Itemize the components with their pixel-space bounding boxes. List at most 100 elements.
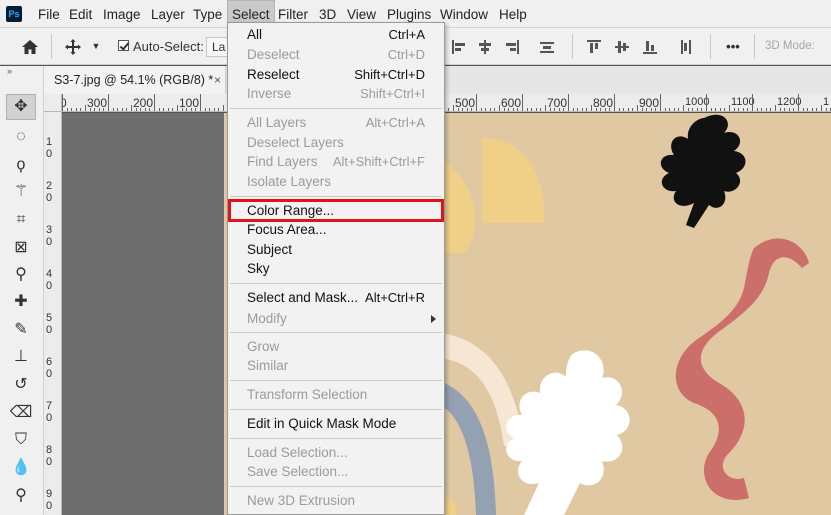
menu-image[interactable]: Image <box>103 0 141 28</box>
ruler-tick <box>807 108 808 111</box>
menu-separator <box>230 332 442 333</box>
ruler-tick <box>113 108 114 111</box>
ruler-tick <box>637 105 638 111</box>
menu-item-modify[interactable]: Modify <box>228 309 444 329</box>
ruler-tick <box>85 105 86 111</box>
auto-select-checkbox[interactable] <box>118 40 129 51</box>
ruler-tick <box>522 94 523 111</box>
menu-item-deselect[interactable]: Deselect Ctrl+D <box>228 45 444 65</box>
vertical-ruler[interactable]: 1 0 2 0 3 0 4 0 5 0 6 0 7 0 8 0 9 0 <box>44 112 62 515</box>
menu-item-deselect-layers[interactable]: Deselect Layers <box>228 133 444 153</box>
document-tab[interactable]: S3-7.jpg @ 54.1% (RGB/8) * × <box>44 66 226 94</box>
menu-separator <box>230 380 442 381</box>
lasso-tool-icon[interactable]: ϙ <box>6 152 36 178</box>
move-tool-icon[interactable]: ✥ <box>6 94 36 120</box>
crop-tool-icon[interactable]: ⌗ <box>6 207 36 233</box>
horizontal-ruler[interactable]: 0 300 200 100 500 600 700 800 900 1000 1… <box>62 94 831 112</box>
ruler-tick <box>154 94 155 111</box>
home-icon[interactable] <box>18 28 42 65</box>
paint-bucket-tool-icon[interactable]: ⛉ <box>6 427 36 453</box>
eraser-tool-icon[interactable]: ⌫ <box>6 400 36 426</box>
ruler-tick <box>660 94 661 111</box>
menu-item-all[interactable]: All Ctrl+A <box>228 25 444 45</box>
blue-arc-shape <box>439 381 496 515</box>
menu-item-new-3d-extrusion[interactable]: New 3D Extrusion <box>228 491 444 511</box>
chevron-down-icon[interactable]: ▼ <box>90 28 102 65</box>
menu-item-save-selection[interactable]: Save Selection... <box>228 462 444 482</box>
menu-type[interactable]: Type <box>193 0 222 28</box>
align-left-icon[interactable] <box>452 40 466 54</box>
ruler-tick <box>209 108 210 111</box>
align-right-icon[interactable] <box>505 40 519 54</box>
ruler-tick <box>568 94 569 111</box>
menu-item-load-selection[interactable]: Load Selection... <box>228 443 444 463</box>
menu-help[interactable]: Help <box>499 0 527 28</box>
ruler-tick <box>467 108 468 111</box>
dodge-tool-icon[interactable]: ⚲ <box>6 483 36 509</box>
menu-item-shortcut: Alt+Shift+Ctrl+F <box>332 154 425 169</box>
ruler-tick <box>770 108 771 111</box>
ruler-tick <box>71 108 72 111</box>
menu-item-label: Save Selection... <box>247 464 349 479</box>
ruler-tick <box>126 108 127 111</box>
brush-tool-icon[interactable]: ✎ <box>6 317 36 343</box>
photoshop-logo-icon[interactable]: Ps <box>6 6 22 22</box>
menu-window[interactable]: Window <box>440 0 488 28</box>
blur-tool-icon[interactable]: 💧 <box>6 455 36 481</box>
move-tool-options-icon[interactable] <box>62 28 84 65</box>
toolbar: » ✥ ◌ ϙ ⚚ ⌗ ⊠ ⚲ ✚ ✎ ⊥ ↺ ⌫ ⛉ 💧 ⚲ <box>0 66 44 515</box>
ruler-tick <box>163 108 164 111</box>
menu-item-inverse[interactable]: Inverse Shift+Ctrl+I <box>228 84 444 104</box>
ruler-tick <box>540 108 541 111</box>
menu-item-similar[interactable]: Similar <box>228 356 444 376</box>
menu-item-reselect[interactable]: Reselect Shift+Ctrl+D <box>228 65 444 85</box>
ruler-tick <box>752 94 753 111</box>
menu-item-sky[interactable]: Sky <box>228 259 444 279</box>
align-top-icon[interactable] <box>587 40 601 54</box>
more-options-icon[interactable]: ••• <box>720 28 746 65</box>
ruler-tick <box>605 108 606 111</box>
menu-item-all-layers[interactable]: All Layers Alt+Ctrl+A <box>228 113 444 133</box>
ruler-tick <box>513 108 514 111</box>
menu-item-isolate-layers[interactable]: Isolate Layers <box>228 172 444 192</box>
ruler-tick <box>136 108 137 111</box>
ruler-tick <box>766 108 767 111</box>
menu-item-shortcut: Alt+Ctrl+A <box>365 115 425 130</box>
ruler-tick <box>596 108 597 111</box>
menu-edit[interactable]: Edit <box>69 0 92 28</box>
menu-item-subject[interactable]: Subject <box>228 240 444 260</box>
close-icon[interactable]: × <box>214 66 221 94</box>
ruler-tick <box>481 108 482 111</box>
eyedropper-tool-icon[interactable]: ⚲ <box>6 262 36 288</box>
marquee-tool-icon[interactable]: ◌ <box>6 124 36 150</box>
clone-stamp-tool-icon[interactable]: ⊥ <box>6 344 36 370</box>
menu-item-grow[interactable]: Grow <box>228 337 444 357</box>
healing-brush-tool-icon[interactable]: ✚ <box>6 289 36 315</box>
select-menu-dropdown: All Ctrl+A Deselect Ctrl+D Reselect Shif… <box>227 22 445 515</box>
ruler-label: 6 <box>46 356 53 368</box>
align-bottom-icon[interactable] <box>643 40 657 54</box>
menu-item-find-layers[interactable]: Find Layers Alt+Shift+Ctrl+F <box>228 152 444 172</box>
menu-item-focus-area[interactable]: Focus Area... <box>228 220 444 240</box>
yellow-half-moon-shape <box>482 138 545 223</box>
menu-layer[interactable]: Layer <box>151 0 185 28</box>
ruler-tick <box>527 108 528 111</box>
align-vertical-center-icon[interactable] <box>615 40 629 54</box>
align-horizontal-center-icon[interactable] <box>478 40 492 54</box>
ruler-tick <box>632 108 633 111</box>
ruler-tick <box>582 108 583 111</box>
menu-item-edit-in-quick-mask-mode[interactable]: Edit in Quick Mask Mode <box>228 414 444 434</box>
toolbar-collapse-icon[interactable]: » <box>7 66 12 76</box>
menu-item-transform-selection[interactable]: Transform Selection <box>228 385 444 405</box>
distribute-horizontal-icon[interactable] <box>679 40 693 54</box>
menu-item-shortcut: Alt+Ctrl+R <box>365 290 425 305</box>
menu-item-select-and-mask[interactable]: Select and Mask... Alt+Ctrl+R <box>228 288 444 308</box>
menu-file[interactable]: File <box>38 0 60 28</box>
distribute-vertical-icon[interactable] <box>540 40 554 54</box>
frame-tool-icon[interactable]: ⊠ <box>6 235 36 261</box>
menu-item-label: All <box>247 27 263 42</box>
magic-wand-tool-icon[interactable]: ⚚ <box>6 179 36 205</box>
ruler-tick <box>563 108 564 111</box>
ruler-label: 0 <box>46 236 53 248</box>
history-brush-tool-icon[interactable]: ↺ <box>6 372 36 398</box>
